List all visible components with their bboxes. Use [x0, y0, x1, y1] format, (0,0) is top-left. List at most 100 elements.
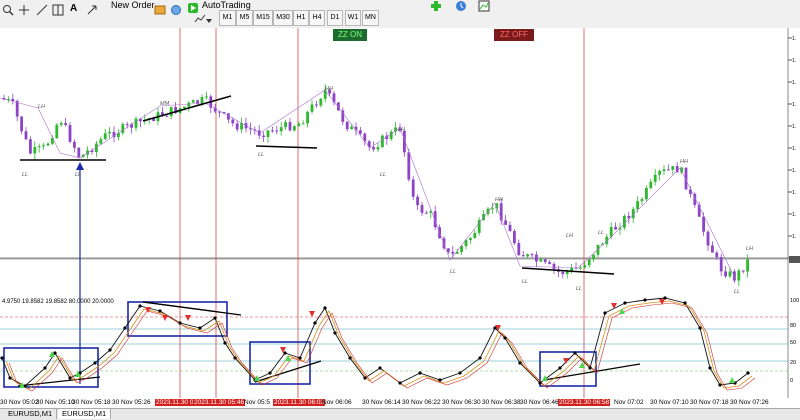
- sell-arrow: [185, 315, 191, 321]
- oscillator-dot: [333, 331, 337, 335]
- candle-body: [711, 245, 714, 253]
- time-label: 30 Nov 06:46: [520, 399, 559, 406]
- candle-body: [59, 123, 63, 125]
- oscillator-dot: [213, 316, 217, 320]
- time-label: 30 Nov 05:18: [72, 399, 111, 406]
- candle-body: [297, 123, 301, 127]
- oscillator-dot: [223, 341, 227, 345]
- candle-body: [293, 126, 296, 131]
- candle-body: [15, 101, 19, 117]
- candle-body: [279, 127, 283, 132]
- candle-body: [288, 122, 292, 131]
- candle-body: [20, 116, 23, 132]
- meta-editor-icon[interactable]: [154, 3, 166, 15]
- osc-axis-50: 50: [790, 340, 797, 346]
- candle-body: [473, 232, 477, 239]
- periodicity-icon[interactable]: [455, 0, 467, 11]
- timeframe-h1[interactable]: H1: [293, 10, 309, 26]
- autotrading-label: AutoTrading: [202, 0, 251, 10]
- swing-label: HH: [495, 197, 503, 203]
- timeframe-w1[interactable]: W1: [345, 10, 361, 26]
- timeframe-m15[interactable]: M15: [253, 10, 273, 26]
- candle-body: [332, 93, 336, 103]
- arrow-tool-icon[interactable]: [86, 3, 98, 15]
- candle-body: [640, 199, 644, 202]
- candle-body: [319, 98, 323, 106]
- oscillator-dot: [298, 356, 302, 360]
- swing-label: LH: [38, 104, 45, 110]
- crosshair-icon[interactable]: [18, 3, 30, 15]
- price-axis-label: 1.: [792, 234, 796, 240]
- tab-eurusd-m1-active[interactable]: EURUSD,M1: [58, 409, 112, 419]
- trend-line: [255, 145, 318, 149]
- timeframe-d1[interactable]: D1: [327, 10, 343, 26]
- signal-arrow-head: [76, 162, 84, 170]
- candle-body: [125, 124, 129, 126]
- price-axis-label: 1.: [792, 146, 796, 152]
- candle-body: [68, 124, 72, 142]
- swing-label: LL: [450, 269, 456, 275]
- price-axis-label: 1.: [792, 124, 796, 130]
- candle-body: [469, 238, 472, 241]
- time-label: 30 Nov 06:22: [402, 399, 441, 406]
- candle-body: [376, 147, 380, 150]
- candle-body: [103, 133, 107, 140]
- timeframe-m1[interactable]: M1: [219, 10, 236, 26]
- candle-body: [33, 146, 37, 154]
- candle-body: [306, 111, 309, 124]
- candle-body: [345, 121, 349, 130]
- zz-on-badge[interactable]: ZZ ON: [333, 29, 367, 41]
- candle-body: [715, 252, 719, 258]
- candle-body: [535, 254, 538, 262]
- zz-off-badge[interactable]: ZZ OFF: [494, 29, 534, 41]
- navigator-icon[interactable]: [170, 3, 182, 15]
- tab-eurusd-m1-first[interactable]: EURUSD,M1: [4, 409, 58, 419]
- templates-icon[interactable]: [478, 0, 490, 12]
- price-tag: [789, 256, 800, 263]
- zoom-out-icon[interactable]: [2, 3, 14, 16]
- candle-body: [645, 187, 648, 200]
- candle-body: [183, 106, 186, 109]
- sell-arrow: [162, 315, 168, 321]
- candle-body: [508, 224, 512, 232]
- candle-body: [42, 145, 45, 147]
- oscillator-dot: [53, 351, 57, 355]
- swing-label: LL: [598, 230, 604, 236]
- candle-body: [719, 257, 723, 272]
- oscillator-dot: [718, 383, 722, 387]
- timeframe-m5[interactable]: M5: [236, 10, 253, 26]
- dropdown-chevron-icon[interactable]: [205, 12, 217, 24]
- oscillator-dot: [698, 326, 702, 330]
- oscillator-dot: [623, 301, 627, 305]
- swing-label: LL: [734, 289, 740, 295]
- candle-body: [191, 100, 195, 103]
- candle-body: [504, 220, 507, 225]
- new-order-button[interactable]: New Order: [98, 0, 160, 23]
- candle-body: [37, 146, 41, 148]
- oscillator-dot: [683, 301, 687, 305]
- oscillator-dot: [178, 321, 182, 325]
- oscillator-dot: [323, 306, 327, 310]
- oscillator-dot: [0, 356, 4, 360]
- grid-icon[interactable]: [52, 3, 64, 16]
- time-label: 30 Nov 07:18: [690, 399, 729, 406]
- time-label: 30 Nov 07:26: [730, 399, 769, 406]
- candle-body: [77, 147, 81, 158]
- timeframe-mn[interactable]: MN: [362, 10, 379, 26]
- price-chart[interactable]: 1.1.1.1.1.1.1.1.1.1.1.LHMMHHLHHHLHLHHHLL…: [0, 28, 800, 398]
- line-tool-icon[interactable]: [36, 3, 48, 16]
- oscillator-dot: [643, 298, 647, 302]
- indicators-icon[interactable]: [430, 0, 442, 11]
- timeframe-h4[interactable]: H4: [309, 10, 325, 26]
- text-tool-icon[interactable]: A: [70, 3, 82, 15]
- candle-body: [11, 98, 15, 102]
- candle-body: [134, 118, 138, 128]
- buy-arrow: [619, 308, 625, 314]
- oscillator-dot: [363, 376, 367, 380]
- oscillator-dot: [746, 371, 750, 375]
- buy-arrow: [285, 355, 291, 361]
- candle-body: [381, 135, 384, 148]
- candle-body: [662, 169, 666, 172]
- swing-label: MM: [160, 101, 170, 107]
- timeframe-m30[interactable]: M30: [273, 10, 293, 26]
